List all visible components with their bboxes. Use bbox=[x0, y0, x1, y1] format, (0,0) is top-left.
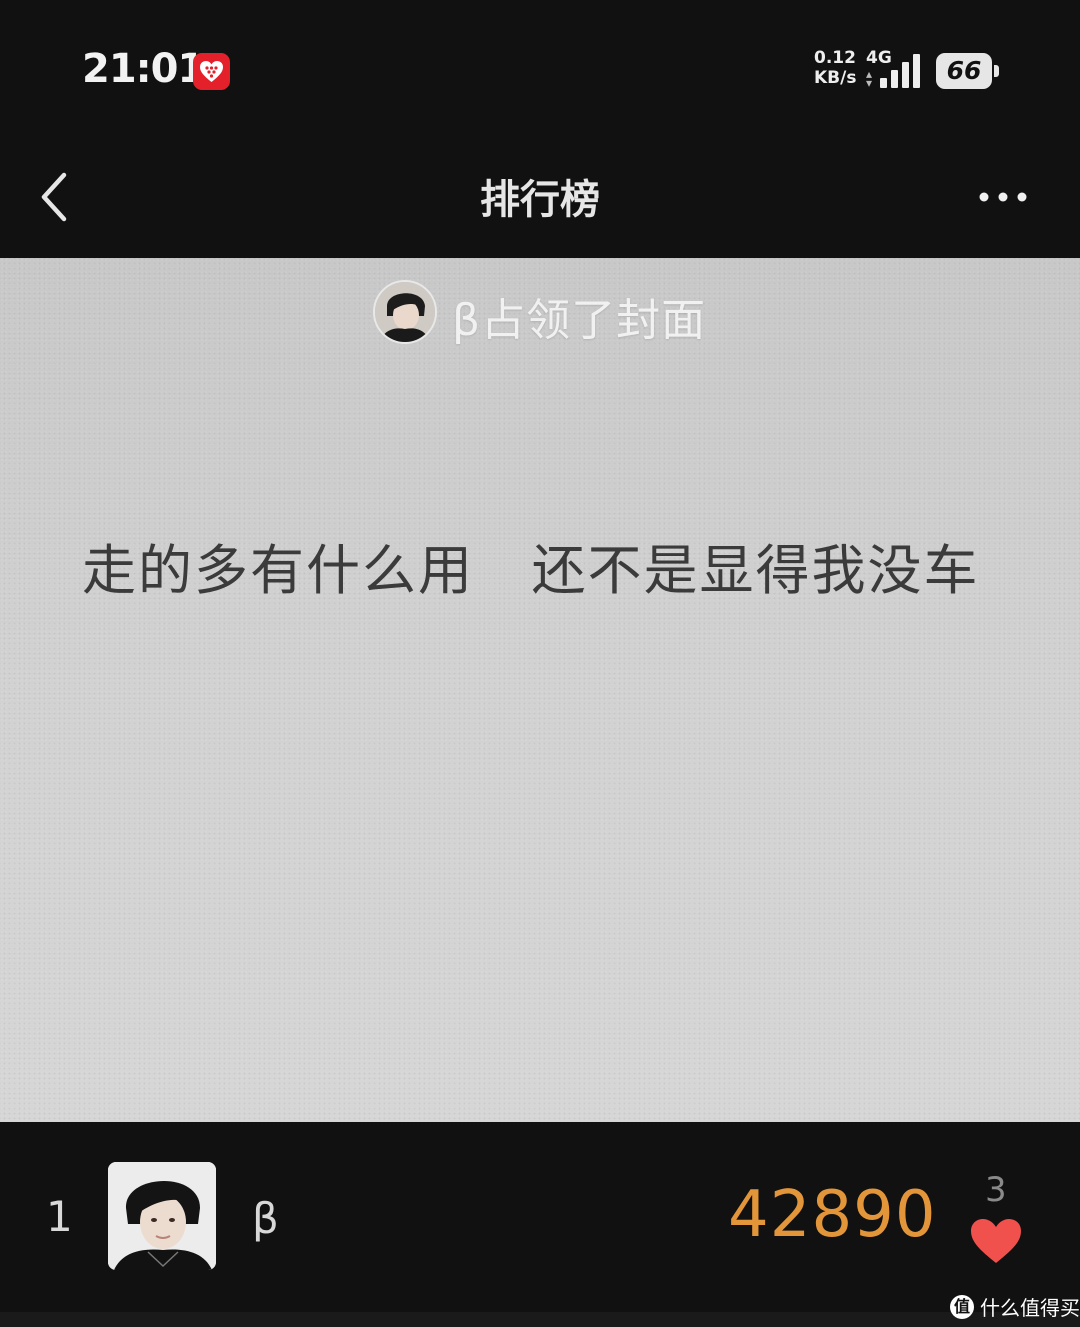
battery-icon: 66 bbox=[936, 53, 999, 89]
ranking-row[interactable]: 1 β 42890 3 bbox=[0, 1122, 1080, 1312]
watermark-logo: 值 bbox=[950, 1294, 974, 1319]
cover-avatar[interactable] bbox=[373, 280, 437, 344]
like-count: 3 bbox=[985, 1170, 1007, 1210]
status-bar: 21:01 0.12 KB/s 4G ▴ ▾ 66 bbox=[0, 0, 1080, 135]
page-title: 排行榜 bbox=[480, 177, 600, 223]
net-speed-unit: KB/s bbox=[814, 68, 857, 88]
more-dots-icon[interactable] bbox=[976, 187, 1032, 207]
rank-number: 1 bbox=[46, 1192, 73, 1241]
status-time: 21:01 bbox=[82, 46, 205, 92]
nav-bar: 排行榜 bbox=[0, 135, 1080, 258]
rank-score: 42890 bbox=[728, 1178, 937, 1252]
data-arrows-icon: ▴ ▾ bbox=[866, 67, 873, 90]
bottom-strip bbox=[0, 1312, 1080, 1327]
heart-like-icon[interactable] bbox=[970, 1218, 1022, 1264]
battery-level: 66 bbox=[946, 56, 982, 85]
net-speed-value: 0.12 bbox=[814, 48, 856, 68]
rank-username: β bbox=[252, 1194, 279, 1243]
watermark-text: 什么值得买 bbox=[980, 1296, 1080, 1320]
rank-avatar[interactable] bbox=[108, 1162, 216, 1270]
cover-quote: 走的多有什么用 还不是显得我没车 bbox=[82, 539, 980, 602]
cover-occupied-text: β占领了封面 bbox=[452, 295, 707, 346]
signal-icon bbox=[880, 54, 924, 88]
watermark: 值 什么值得买 bbox=[950, 1292, 1080, 1321]
net-speed: 0.12 KB/s bbox=[814, 48, 856, 88]
heart-app-icon bbox=[193, 53, 230, 90]
cover-card[interactable]: β占领了封面 走的多有什么用 还不是显得我没车 bbox=[0, 258, 1080, 1122]
